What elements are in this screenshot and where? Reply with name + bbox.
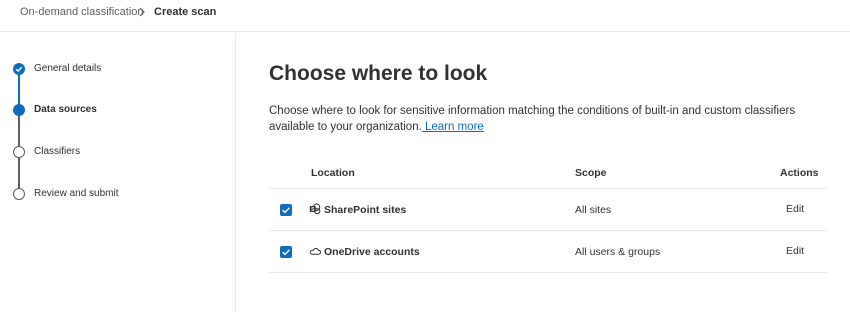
table-row: S SharePoint sites All sites Edit — [269, 190, 827, 231]
edit-button[interactable]: Edit — [786, 203, 804, 215]
step-current-icon — [13, 104, 25, 116]
column-header-actions: Actions — [780, 167, 819, 179]
scope-value: All users & groups — [575, 246, 661, 258]
breadcrumb: On-demand classification Create scan — [0, 0, 850, 32]
step-connector — [18, 158, 20, 192]
onedrive-icon — [309, 248, 321, 255]
page-title: Choose where to look — [269, 62, 488, 85]
edit-button[interactable]: Edit — [786, 245, 804, 257]
step-review-and-submit: Review and submit — [34, 188, 119, 199]
step-connector — [18, 74, 20, 108]
step-general-details[interactable]: General details — [34, 63, 101, 74]
column-header-location[interactable]: Location — [311, 167, 355, 179]
scope-value: All sites — [575, 204, 612, 216]
step-classifiers: Classifiers — [34, 146, 81, 157]
page-description: Choose where to look for sensitive infor… — [269, 103, 814, 135]
column-header-scope[interactable]: Scope — [575, 167, 607, 179]
breadcrumb-item-on-demand-classification[interactable]: On-demand classification — [20, 6, 144, 18]
row-checkbox[interactable] — [280, 246, 292, 258]
chevron-right-icon — [139, 7, 145, 17]
location-label: SharePoint sites — [324, 204, 407, 216]
breadcrumb-item-create-scan: Create scan — [154, 6, 217, 18]
step-complete-icon — [13, 63, 25, 75]
step-future-icon — [13, 146, 25, 158]
table-header: Location Scope Actions — [269, 157, 827, 189]
sharepoint-icon: S — [309, 203, 321, 215]
checkmark-icon — [282, 249, 290, 256]
step-data-sources[interactable]: Data sources — [34, 104, 97, 115]
location-label: OneDrive accounts — [324, 246, 420, 258]
wizard-stepper: General details Data sources Classifiers… — [0, 33, 236, 312]
step-connector — [18, 116, 20, 150]
row-checkbox[interactable] — [280, 204, 292, 216]
description-text: Choose where to look for sensitive infor… — [269, 105, 796, 133]
step-future-icon — [13, 188, 25, 200]
table-row: OneDrive accounts All users & groups Edi… — [269, 232, 827, 273]
learn-more-link[interactable]: Learn more — [422, 121, 484, 133]
checkmark-icon — [282, 207, 290, 214]
